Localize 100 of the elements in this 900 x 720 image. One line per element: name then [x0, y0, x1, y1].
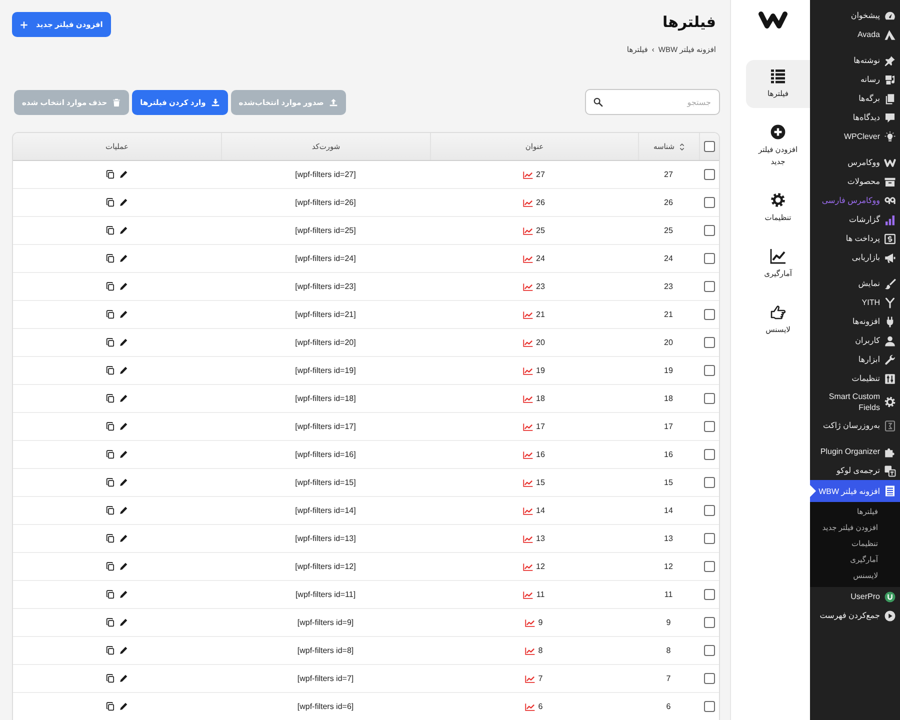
- menu-item[interactable]: افزونه فیلتر WBW: [810, 480, 900, 502]
- pencil-icon[interactable]: [119, 310, 128, 319]
- menu-item[interactable]: نوشته‌ها: [810, 51, 900, 70]
- pencil-icon[interactable]: [119, 534, 128, 543]
- menu-item[interactable]: YITH: [810, 293, 900, 312]
- line-chart-icon[interactable]: [525, 618, 536, 626]
- row-checkbox[interactable]: [704, 365, 714, 376]
- pencil-icon[interactable]: [119, 366, 128, 375]
- line-chart-icon[interactable]: [523, 590, 534, 598]
- copy-icon[interactable]: [106, 478, 115, 487]
- pencil-icon[interactable]: [119, 394, 128, 403]
- menu-item[interactable]: پیشخوان: [810, 6, 900, 25]
- menu-item[interactable]: گزارشات: [810, 210, 900, 229]
- copy-icon[interactable]: [106, 562, 115, 571]
- menu-item[interactable]: محصولات: [810, 172, 900, 191]
- pencil-icon[interactable]: [119, 702, 128, 711]
- menu-item[interactable]: به‌روزرسان ژاکت: [810, 416, 900, 435]
- copy-icon[interactable]: [106, 450, 115, 459]
- row-checkbox[interactable]: [704, 617, 714, 628]
- menu-item[interactable]: Plugin Organizer: [810, 442, 900, 461]
- line-chart-icon[interactable]: [523, 226, 534, 234]
- collapse-menu-button[interactable]: جمع‌کردن فهرست: [810, 606, 900, 625]
- copy-icon[interactable]: [106, 674, 115, 683]
- row-checkbox[interactable]: [704, 421, 714, 432]
- copy-icon[interactable]: [106, 534, 115, 543]
- line-chart-icon[interactable]: [523, 422, 534, 430]
- menu-item[interactable]: Smart Custom Fields: [810, 388, 900, 416]
- menu-item[interactable]: ترجمه‌ی لوکو: [810, 461, 900, 480]
- pencil-icon[interactable]: [119, 590, 128, 599]
- copy-icon[interactable]: [106, 506, 115, 515]
- pencil-icon[interactable]: [119, 506, 128, 515]
- copy-icon[interactable]: [106, 226, 115, 235]
- line-chart-icon[interactable]: [523, 506, 534, 514]
- pencil-icon[interactable]: [119, 226, 128, 235]
- sort-icon[interactable]: [678, 142, 685, 152]
- row-checkbox[interactable]: [704, 673, 714, 684]
- menu-item[interactable]: WPClever: [810, 127, 900, 146]
- line-chart-icon[interactable]: [523, 478, 534, 486]
- row-checkbox[interactable]: [704, 197, 714, 208]
- pencil-icon[interactable]: [119, 646, 128, 655]
- pencil-icon[interactable]: [119, 338, 128, 347]
- copy-icon[interactable]: [106, 254, 115, 263]
- copy-icon[interactable]: [106, 198, 115, 207]
- line-chart-icon[interactable]: [523, 366, 534, 374]
- row-checkbox[interactable]: [704, 309, 714, 320]
- pencil-icon[interactable]: [119, 170, 128, 179]
- pencil-icon[interactable]: [119, 618, 128, 627]
- menu-item[interactable]: ابزارها: [810, 350, 900, 369]
- copy-icon[interactable]: [106, 338, 115, 347]
- row-checkbox[interactable]: [704, 589, 714, 600]
- copy-icon[interactable]: [106, 422, 115, 431]
- row-checkbox[interactable]: [704, 561, 714, 572]
- pencil-icon[interactable]: [119, 198, 128, 207]
- pencil-icon[interactable]: [119, 562, 128, 571]
- menu-item[interactable]: کاربران: [810, 331, 900, 350]
- line-chart-icon[interactable]: [525, 702, 536, 710]
- copy-icon[interactable]: [106, 702, 115, 711]
- menu-item[interactable]: بازاریابی: [810, 248, 900, 267]
- pencil-icon[interactable]: [119, 254, 128, 263]
- pencil-icon[interactable]: [119, 450, 128, 459]
- copy-icon[interactable]: [106, 310, 115, 319]
- menu-item[interactable]: پرداخت ها: [810, 229, 900, 248]
- pencil-icon[interactable]: [119, 674, 128, 683]
- copy-icon[interactable]: [106, 366, 115, 375]
- row-checkbox[interactable]: [704, 253, 714, 264]
- menu-item[interactable]: UserPro: [810, 587, 900, 606]
- row-checkbox[interactable]: [704, 505, 714, 516]
- copy-icon[interactable]: [106, 590, 115, 599]
- line-chart-icon[interactable]: [523, 254, 534, 262]
- line-chart-icon[interactable]: [525, 674, 536, 682]
- line-chart-icon[interactable]: [525, 646, 536, 654]
- menu-item[interactable]: Avada: [810, 25, 900, 44]
- pencil-icon[interactable]: [119, 478, 128, 487]
- select-all-checkbox[interactable]: [704, 141, 715, 152]
- menu-item[interactable]: دیدگاه‌ها: [810, 108, 900, 127]
- row-checkbox[interactable]: [704, 645, 714, 656]
- copy-icon[interactable]: [106, 646, 115, 655]
- copy-icon[interactable]: [106, 282, 115, 291]
- row-checkbox[interactable]: [704, 281, 714, 292]
- copy-icon[interactable]: [106, 618, 115, 627]
- menu-item[interactable]: رسانه: [810, 70, 900, 89]
- row-checkbox[interactable]: [704, 393, 714, 404]
- line-chart-icon[interactable]: [523, 282, 534, 290]
- line-chart-icon[interactable]: [523, 534, 534, 542]
- row-checkbox[interactable]: [704, 701, 714, 712]
- row-checkbox[interactable]: [704, 225, 714, 236]
- line-chart-icon[interactable]: [523, 338, 534, 346]
- line-chart-icon[interactable]: [523, 450, 534, 458]
- copy-icon[interactable]: [106, 394, 115, 403]
- menu-item[interactable]: تنظیمات: [810, 369, 900, 388]
- row-checkbox[interactable]: [704, 169, 714, 180]
- pencil-icon[interactable]: [119, 282, 128, 291]
- row-checkbox[interactable]: [704, 337, 714, 348]
- copy-icon[interactable]: [106, 170, 115, 179]
- menu-item[interactable]: ووکامرس فارسی: [810, 191, 900, 210]
- pencil-icon[interactable]: [119, 422, 128, 431]
- row-checkbox[interactable]: [704, 533, 714, 544]
- menu-item[interactable]: نمایش: [810, 274, 900, 293]
- menu-item[interactable]: برگه‌ها: [810, 89, 900, 108]
- line-chart-icon[interactable]: [523, 562, 534, 570]
